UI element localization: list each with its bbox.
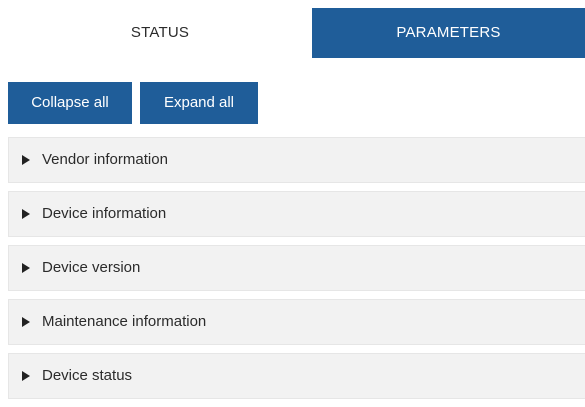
collapse-all-button[interactable]: Collapse all [8, 82, 132, 124]
expand-all-button[interactable]: Expand all [140, 82, 258, 124]
caret-right-icon [22, 317, 30, 327]
caret-right-icon [22, 263, 30, 273]
parameter-sections: Vendor information Device information De… [8, 137, 585, 407]
tab-bar: STATUS PARAMETERS [0, 8, 585, 58]
section-label: Device status [42, 367, 133, 384]
section-device-status[interactable]: Device status [8, 353, 585, 399]
section-label: Vendor information [42, 151, 168, 168]
caret-right-icon [22, 155, 30, 165]
section-maintenance-information[interactable]: Maintenance information [8, 299, 585, 345]
section-label: Device information [42, 205, 167, 222]
section-device-version[interactable]: Device version [8, 245, 585, 291]
section-label: Maintenance information [42, 313, 207, 330]
section-vendor-information[interactable]: Vendor information [8, 137, 585, 183]
caret-right-icon [22, 209, 30, 219]
tab-status[interactable]: STATUS [8, 8, 312, 58]
section-device-information[interactable]: Device information [8, 191, 585, 237]
tab-parameters[interactable]: PARAMETERS [312, 8, 585, 58]
section-label: Device version [42, 259, 141, 276]
caret-right-icon [22, 371, 30, 381]
